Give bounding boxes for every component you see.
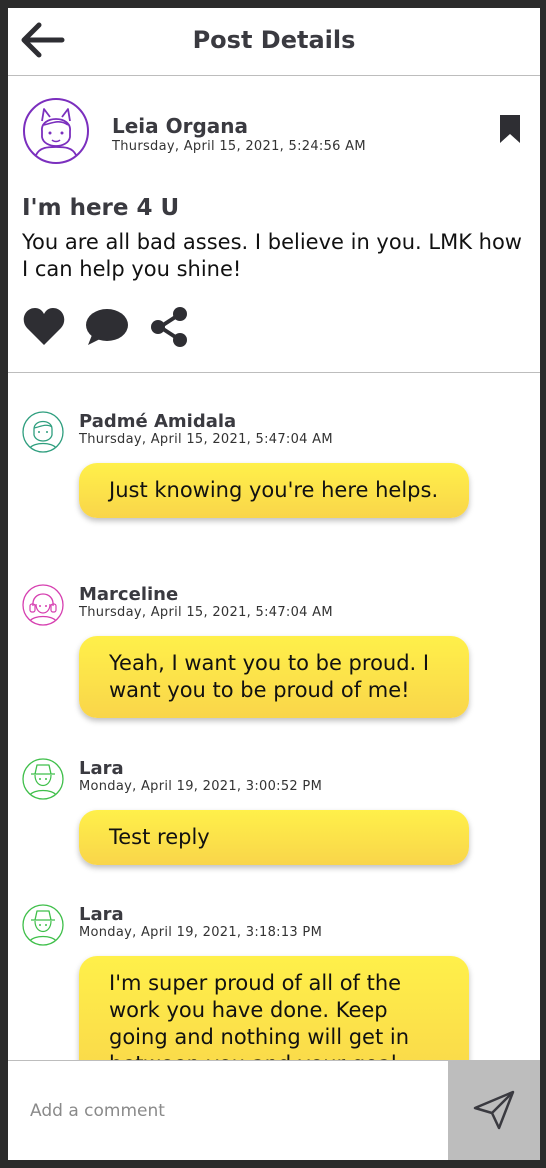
comment-list[interactable]: Padmé Amidala Thursday, April 15, 2021, … <box>8 374 540 1060</box>
post-author-name[interactable]: Leia Organa <box>112 114 248 138</box>
bookmark-icon[interactable] <box>498 113 522 145</box>
send-button[interactable] <box>448 1061 540 1160</box>
comment-timestamp: Thursday, April 15, 2021, 5:47:04 AM <box>79 432 333 447</box>
comment-bubble: Yeah, I want you to be proud. I want you… <box>79 636 469 718</box>
avatar[interactable] <box>22 904 64 946</box>
app-frame: Post Details Leia Organa Thursday, April… <box>8 8 540 1160</box>
comment-bubble: Test reply <box>79 810 469 865</box>
post-body: You are all bad asses. I believe in you.… <box>22 230 522 281</box>
header: Post Details <box>8 8 540 76</box>
page-title: Post Details <box>192 26 356 54</box>
comment-bubble: Just knowing you're here helps. <box>79 463 469 518</box>
avatar[interactable] <box>22 97 90 165</box>
send-icon <box>473 1090 515 1130</box>
comment-composer <box>8 1060 540 1160</box>
comment-author[interactable]: Lara <box>79 904 124 925</box>
comment-timestamp: Thursday, April 15, 2021, 5:47:04 AM <box>79 605 333 620</box>
comment-input[interactable] <box>8 1061 448 1160</box>
avatar[interactable] <box>22 411 64 453</box>
comment-author[interactable]: Padmé Amidala <box>79 411 236 432</box>
comment-bubble: I'm super proud of all of the work you h… <box>79 956 469 1060</box>
heart-icon[interactable] <box>22 305 66 347</box>
post-timestamp: Thursday, April 15, 2021, 5:24:56 AM <box>112 139 366 154</box>
comment-icon[interactable] <box>84 307 130 347</box>
post-title: I'm here 4 U <box>22 195 180 221</box>
comment-timestamp: Monday, April 19, 2021, 3:18:13 PM <box>79 925 323 940</box>
post-card: Leia Organa Thursday, April 15, 2021, 5:… <box>8 77 540 373</box>
comment-timestamp: Monday, April 19, 2021, 3:00:52 PM <box>79 779 323 794</box>
share-icon[interactable] <box>148 305 192 349</box>
comment-author[interactable]: Marceline <box>79 584 178 605</box>
avatar[interactable] <box>22 584 64 626</box>
comment-author[interactable]: Lara <box>79 758 124 779</box>
avatar[interactable] <box>22 758 64 800</box>
